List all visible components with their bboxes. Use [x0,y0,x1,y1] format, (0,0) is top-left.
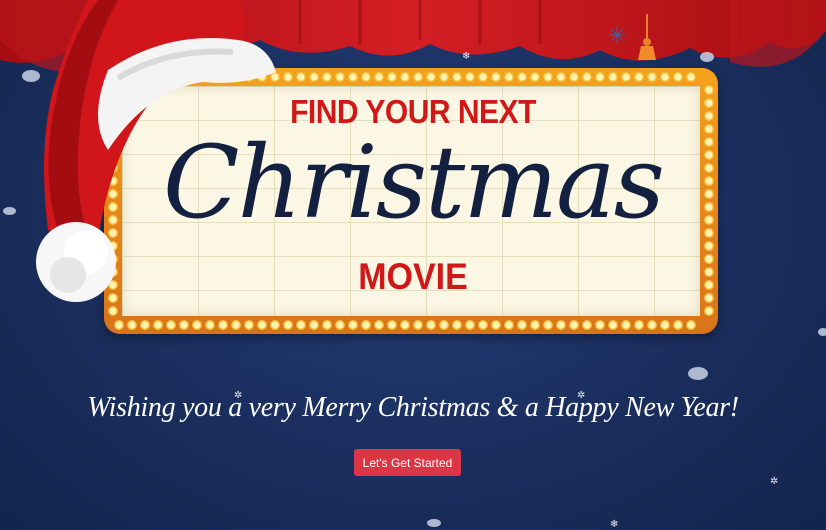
bulb-icon [166,320,176,330]
bulb-icon [114,320,124,330]
bulb-icon [374,320,384,330]
bulb-icon [387,72,397,82]
bulb-icon [556,320,566,330]
bulb-icon [647,320,657,330]
bulb-icon [478,320,488,330]
bulb-icon [530,320,540,330]
bulb-icon [704,85,714,95]
bulb-icon [322,72,332,82]
bulb-icon [504,72,514,82]
santa-hat-icon [36,0,276,302]
bulb-icon [283,320,293,330]
bulb-icon [413,320,423,330]
bulb-icon [426,320,436,330]
bulb-icon [595,72,605,82]
bulb-icon [127,320,137,330]
bulb-icon [569,72,579,82]
bulb-icon [361,72,371,82]
snow-dot [427,519,441,527]
bulb-icon [257,320,267,330]
bulb-icon [608,72,618,82]
bulb-icon [140,320,150,330]
snowflake-icon: ✳ [608,24,627,49]
bulb-icon [439,72,449,82]
bulb-icon [322,320,332,330]
bulb-icon [582,72,592,82]
bulb-icon [504,320,514,330]
bulb-icon [582,320,592,330]
bulb-icon [686,320,696,330]
bulb-icon [543,72,553,82]
bulb-icon [517,72,527,82]
bulb-icon [452,320,462,330]
bulb-icon [634,72,644,82]
bulb-icon [608,320,618,330]
bulb-icon [595,320,605,330]
bulb-icon [647,72,657,82]
bulb-icon [517,320,527,330]
snowflake-icon: ✲ [770,476,779,487]
tassel-icon [638,14,656,60]
bulb-icon [704,241,714,251]
snow-dot [818,328,826,336]
bulb-icon [465,320,475,330]
get-started-button[interactable]: Let's Get Started [354,449,461,476]
bulb-icon [439,320,449,330]
bulb-icon [660,72,670,82]
bulb-icon [426,72,436,82]
bulb-icon [387,320,397,330]
bulb-icon [400,320,410,330]
bulb-icon [244,320,254,330]
bulb-icon [153,320,163,330]
bulb-icon [231,320,241,330]
bulb-icon [205,320,215,330]
bulb-icon [465,72,475,82]
bulb-icon [218,320,228,330]
bulb-icon [335,320,345,330]
bulb-icon [621,320,631,330]
bulb-icon [309,72,319,82]
bulb-icon [192,320,202,330]
bulb-icon [491,320,501,330]
bulb-icon [374,72,384,82]
bulb-icon [348,320,358,330]
bulb-icon [348,72,358,82]
bulb-icon [621,72,631,82]
bulb-icon [361,320,371,330]
bulb-icon [569,320,579,330]
bulb-icon [530,72,540,82]
bulb-icon [296,72,306,82]
greeting-text: Wishing you a very Merry Christmas & a H… [87,392,739,423]
bulb-icon [452,72,462,82]
bulb-icon [660,320,670,330]
bulb-icon [296,320,306,330]
bulb-icon [309,320,319,330]
bulb-icon [491,72,501,82]
bulb-icon [556,72,566,82]
bulb-icon [335,72,345,82]
bulb-icon [478,72,488,82]
bulb-icon [704,306,714,316]
bulb-icon [543,320,553,330]
snowflake-icon: ❄ [462,51,471,62]
snow-dot [688,367,708,380]
bulb-icon [673,72,683,82]
bulb-icon [179,320,189,330]
snow-dot [700,52,714,62]
bulb-icon [400,72,410,82]
bulb-icon [270,320,280,330]
bulb-icon [413,72,423,82]
bulb-icon [673,320,683,330]
bulb-icon [634,320,644,330]
bulb-icon [686,72,696,82]
